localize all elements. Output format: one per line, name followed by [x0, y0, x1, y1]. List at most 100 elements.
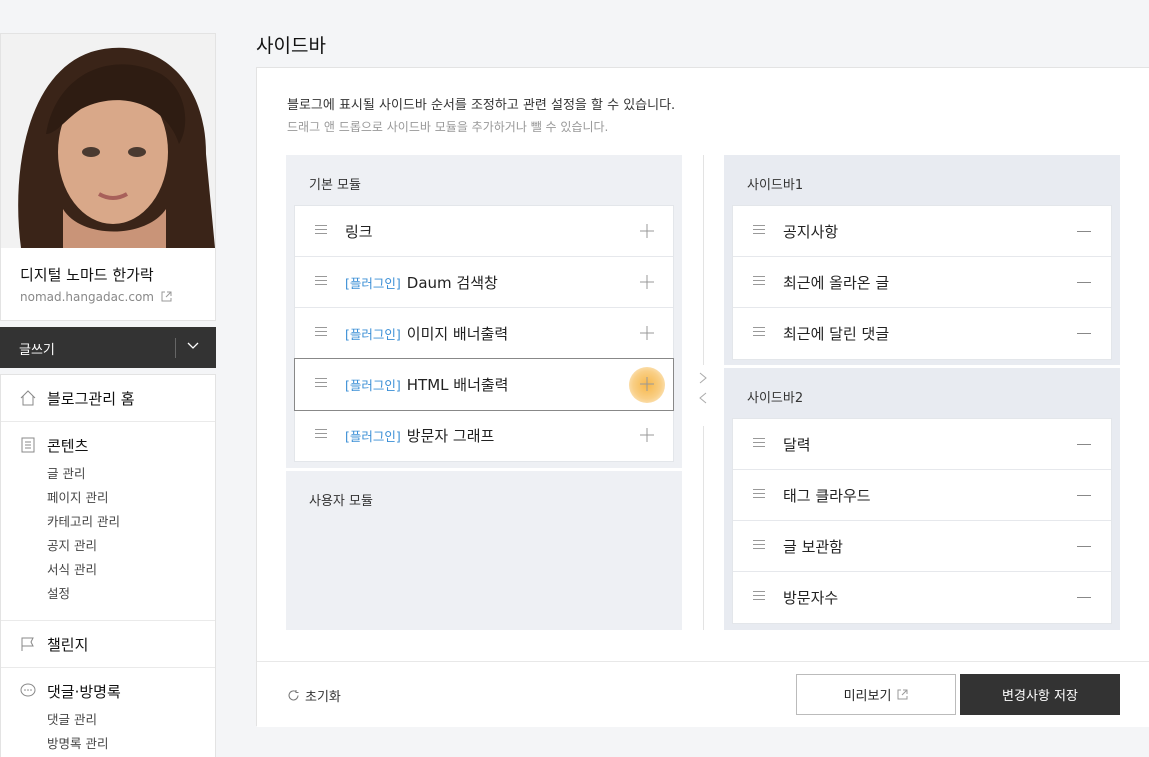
minus-icon[interactable]: [1077, 333, 1091, 334]
menu-item-home[interactable]: 블로그관리 홈: [1, 375, 215, 421]
sidebar-module-card[interactable]: 공지사항: [733, 206, 1111, 257]
menu-section-home: 블로그관리 홈: [1, 375, 215, 422]
drag-handle-icon[interactable]: [315, 225, 327, 237]
document-icon: [19, 436, 37, 454]
submenu-item-pages[interactable]: 페이지 관리: [47, 486, 215, 510]
submenu-item-templates[interactable]: 서식 관리: [47, 558, 215, 582]
chevron-left-icon[interactable]: [697, 392, 709, 404]
drag-handle-icon[interactable]: [753, 438, 765, 450]
module-name: 이미지 배너출력: [406, 324, 509, 343]
page-description: 블로그에 표시될 사이드바 순서를 조정하고 관련 설정을 할 수 있습니다.: [287, 98, 676, 113]
admin-menu: 블로그관리 홈 콘텐츠 글 관리 페이지 관리 카테고리 관리 공지 관리 서식…: [0, 374, 216, 757]
drag-handle-icon[interactable]: [753, 276, 765, 288]
speech-bubble-icon: [19, 682, 37, 700]
menu-section-challenge: 챌린지: [1, 621, 215, 668]
basic-modules-column: 기본 모듈 링크 [플러그인] Daum 검색창 [플러그인] 이미지 배너출력 […: [286, 155, 682, 468]
drag-handle-icon[interactable]: [753, 327, 765, 339]
submenu-item-settings[interactable]: 설정: [47, 582, 215, 606]
plus-icon[interactable]: [639, 223, 655, 239]
sidebar-module-card[interactable]: 달력: [733, 419, 1111, 470]
sidebar2-list: 달력 태그 클라우드 글 보관함 방문자수: [732, 418, 1112, 624]
minus-icon[interactable]: [1077, 444, 1091, 445]
column-divider: [703, 155, 704, 365]
contents-submenu: 글 관리 페이지 관리 카테고리 관리 공지 관리 서식 관리 설정: [1, 462, 215, 620]
sidebar1-column: 사이드바1 공지사항 최근에 올라온 글 최근에 달린 댓글: [724, 155, 1120, 365]
page-title: 사이드바: [256, 35, 326, 57]
blog-title[interactable]: 디지털 노마드 한가락: [20, 264, 154, 285]
sidebar-module-card[interactable]: 최근에 달린 댓글: [733, 308, 1111, 359]
reset-button[interactable]: 초기화: [287, 686, 341, 705]
menu-item-home-label: 블로그관리 홈: [47, 389, 135, 408]
submenu-item-guestbook[interactable]: 방명록 관리: [47, 732, 215, 756]
sidebar-module-card[interactable]: 태그 클라우드: [733, 470, 1111, 521]
save-changes-button-label: 변경사항 저장: [1002, 689, 1078, 704]
plugin-tag: [플러그인]: [345, 326, 401, 342]
save-changes-button[interactable]: 변경사항 저장: [960, 674, 1120, 715]
module-card[interactable]: [플러그인] 이미지 배너출력: [295, 308, 673, 359]
plugin-tag: [플러그인]: [345, 429, 401, 444]
external-link-icon: [161, 291, 172, 302]
module-name: 최근에 달린 댓글: [783, 325, 890, 343]
refresh-icon: [288, 690, 299, 701]
minus-icon[interactable]: [1077, 231, 1091, 232]
module-name: 방문자 그래프: [406, 427, 495, 445]
module-card[interactable]: [플러그인] 방문자 그래프: [295, 410, 673, 461]
comments-submenu: 댓글 관리 방명록 관리: [1, 708, 215, 757]
preview-button-label: 미리보기: [843, 689, 892, 704]
sidebar1-list: 공지사항 최근에 올라온 글 최근에 달린 댓글: [732, 205, 1112, 360]
write-button-label: 글쓰기: [19, 343, 55, 358]
preview-button[interactable]: 미리보기: [796, 674, 956, 715]
menu-item-contents-label: 콘텐츠: [47, 436, 89, 455]
blog-url-text[interactable]: nomad.hangadac.com: [20, 290, 154, 304]
sidebar-module-card[interactable]: 최근에 올라온 글: [733, 257, 1111, 308]
sidebar-module-card[interactable]: 글 보관함: [733, 521, 1111, 572]
drag-handle-icon[interactable]: [753, 225, 765, 237]
menu-section-comments: 댓글·방명록 댓글 관리 방명록 관리: [1, 668, 215, 757]
chevron-right-icon[interactable]: [697, 372, 709, 384]
plus-icon[interactable]: [639, 325, 655, 341]
sidebar-settings-panel: 블로그에 표시될 사이드바 순서를 조정하고 관련 설정을 할 수 있습니다. …: [256, 67, 1149, 727]
chevron-down-icon[interactable]: [187, 342, 199, 350]
page-subdescription: 드래그 앤 드롭으로 사이드바 모듈을 추가하거나 뺄 수 있습니다.: [287, 120, 609, 134]
drag-handle-icon[interactable]: [753, 489, 765, 501]
submenu-item-categories[interactable]: 카테고리 관리: [47, 510, 215, 534]
blog-url[interactable]: nomad.hangadac.com: [20, 290, 172, 304]
sidebar-module-card[interactable]: 방문자수: [733, 572, 1111, 623]
drag-handle-icon[interactable]: [315, 378, 327, 390]
plus-icon[interactable]: [639, 274, 655, 290]
module-name: 공지사항: [783, 222, 839, 241]
submenu-item-comments[interactable]: 댓글 관리: [47, 708, 215, 732]
minus-icon[interactable]: [1077, 546, 1091, 547]
submenu-item-notices[interactable]: 공지 관리: [47, 534, 215, 558]
module-card[interactable]: [플러그인] Daum 검색창: [295, 257, 673, 308]
user-modules-label: 사용자 모듈: [309, 494, 373, 509]
menu-item-challenge[interactable]: 챌린지: [1, 621, 215, 667]
module-card-hovered[interactable]: [플러그인] HTML 배너출력: [294, 358, 674, 411]
home-icon: [19, 389, 37, 407]
plus-icon[interactable]: [639, 427, 655, 443]
sidebar2-label: 사이드바2: [747, 391, 804, 406]
drag-handle-icon[interactable]: [315, 276, 327, 288]
module-card[interactable]: 링크: [295, 206, 673, 257]
minus-icon[interactable]: [1077, 282, 1091, 283]
module-name: HTML 배너출력: [406, 376, 509, 394]
basic-modules-list: 링크 [플러그인] Daum 검색창 [플러그인] 이미지 배너출력 [플러그인] H…: [294, 205, 674, 462]
submenu-item-posts[interactable]: 글 관리: [47, 462, 215, 486]
drag-handle-icon[interactable]: [315, 327, 327, 339]
basic-modules-label: 기본 모듈: [309, 178, 361, 193]
external-link-icon: [897, 689, 908, 700]
column-divider: [703, 426, 704, 630]
blog-avatar[interactable]: [1, 34, 215, 248]
drag-handle-icon[interactable]: [315, 429, 327, 441]
profile-card: 디지털 노마드 한가락 nomad.hangadac.com: [0, 33, 216, 321]
menu-item-comments-label: 댓글·방명록: [47, 682, 121, 701]
plus-icon[interactable]: [639, 376, 655, 392]
drag-handle-icon[interactable]: [753, 540, 765, 552]
module-name: 달력: [783, 435, 811, 454]
minus-icon[interactable]: [1077, 495, 1091, 496]
user-modules-column: 사용자 모듈: [286, 471, 682, 630]
drag-handle-icon[interactable]: [753, 591, 765, 603]
menu-section-contents: 콘텐츠 글 관리 페이지 관리 카테고리 관리 공지 관리 서식 관리 설정: [1, 422, 215, 621]
write-button[interactable]: 글쓰기: [0, 327, 216, 368]
minus-icon[interactable]: [1077, 597, 1091, 598]
